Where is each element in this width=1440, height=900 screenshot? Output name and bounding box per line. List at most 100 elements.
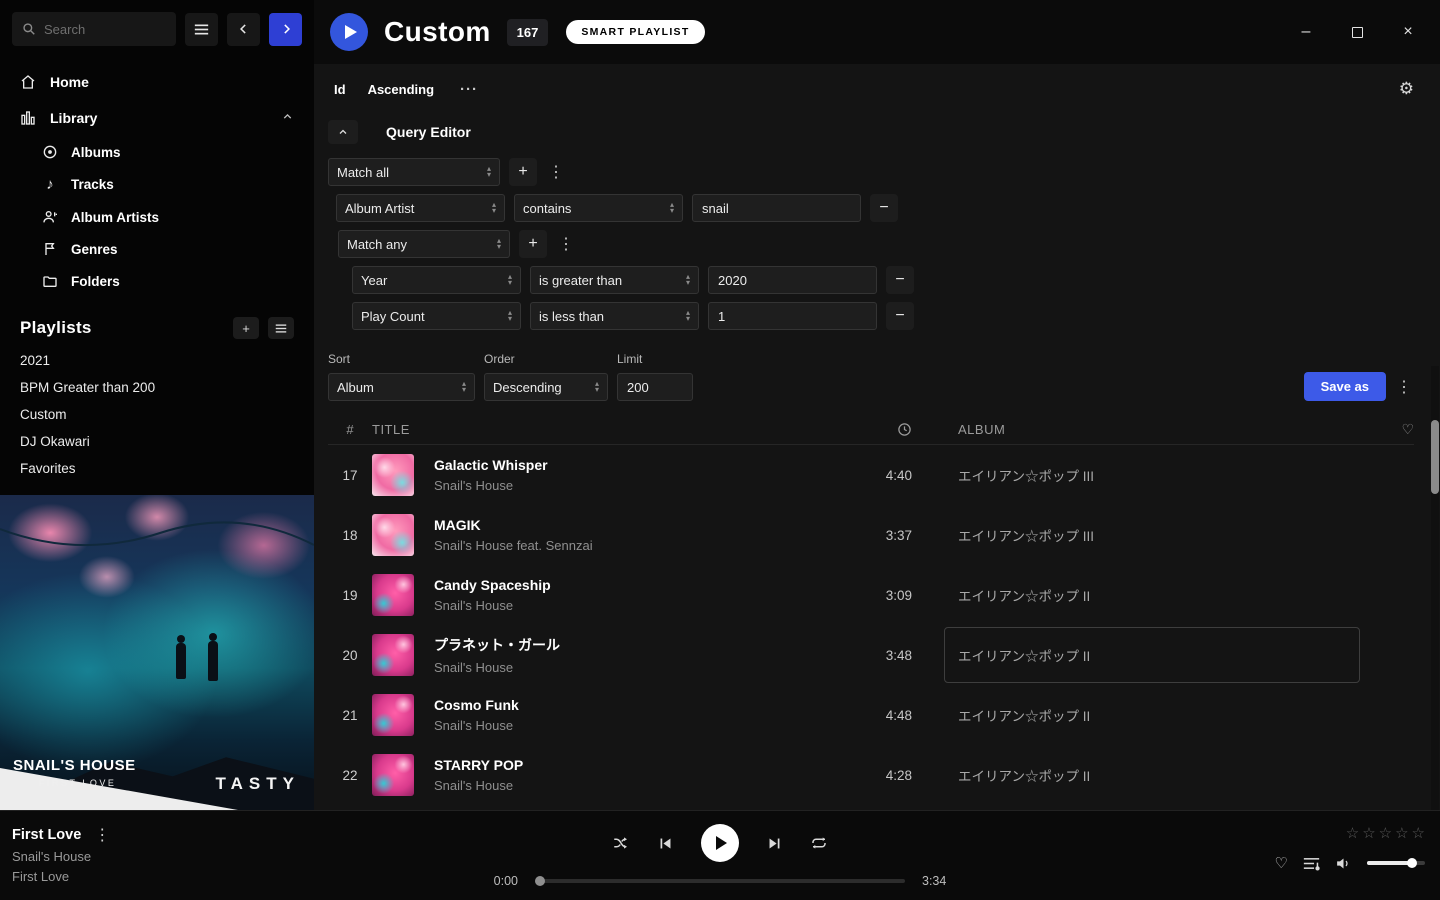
sidebar-item-home[interactable]: Home bbox=[0, 64, 314, 100]
menu-button[interactable] bbox=[185, 13, 218, 46]
seek-slider[interactable] bbox=[535, 879, 905, 883]
queue-button[interactable] bbox=[1303, 856, 1320, 871]
title-column-header[interactable]: TITLE bbox=[372, 422, 842, 437]
remove-rule-button[interactable]: − bbox=[870, 194, 898, 222]
sort-field-toggle[interactable]: Id bbox=[334, 82, 346, 97]
playlist-item[interactable]: Favorites bbox=[0, 455, 314, 482]
minimize-button[interactable]: – bbox=[1296, 22, 1316, 42]
back-button[interactable] bbox=[227, 13, 260, 46]
star-icon[interactable]: ☆ bbox=[1379, 824, 1392, 842]
previous-track-button[interactable] bbox=[657, 835, 674, 852]
repeat-button[interactable] bbox=[810, 834, 828, 852]
rule-field-select[interactable]: Play Count bbox=[352, 302, 521, 330]
shuffle-button[interactable] bbox=[612, 834, 630, 852]
gear-icon[interactable]: ⚙ bbox=[1399, 79, 1414, 99]
favorite-button[interactable]: ♡ bbox=[1275, 854, 1288, 872]
table-row[interactable]: 17 Galactic Whisper Snail's House 4:40 エ… bbox=[328, 445, 1414, 505]
select-value: is greater than bbox=[539, 273, 622, 288]
more-options-icon[interactable]: ··· bbox=[460, 81, 478, 98]
volume-handle[interactable] bbox=[1407, 858, 1417, 868]
folder-icon bbox=[42, 273, 58, 289]
remove-rule-button[interactable]: − bbox=[886, 302, 914, 330]
match-mode-select[interactable]: Match any bbox=[338, 230, 510, 258]
star-icon[interactable]: ☆ bbox=[1362, 824, 1375, 842]
collapse-query-editor-button[interactable] bbox=[328, 120, 358, 144]
sidebar-item-library[interactable]: Library bbox=[0, 100, 314, 136]
track-artist: Snail's House bbox=[434, 598, 842, 613]
rule-operator-select[interactable]: is greater than bbox=[530, 266, 699, 294]
sidebar-item-genres[interactable]: Genres bbox=[0, 233, 314, 265]
plus-icon: + bbox=[242, 321, 250, 336]
rule-value-input[interactable] bbox=[692, 194, 861, 222]
table-row[interactable]: 20 プラネット・ガール Snail's House 3:48 エイリアン☆ポッ… bbox=[328, 625, 1414, 685]
query-group-2: Match any + ⋮ bbox=[338, 230, 1414, 258]
rule-field-select[interactable]: Album Artist bbox=[336, 194, 505, 222]
play-playlist-button[interactable] bbox=[330, 13, 368, 51]
maximize-button[interactable] bbox=[1347, 22, 1367, 42]
play-pause-button[interactable] bbox=[701, 824, 739, 862]
star-icon[interactable]: ☆ bbox=[1395, 824, 1408, 842]
library-icon bbox=[20, 110, 36, 126]
sort-direction-toggle[interactable]: Ascending bbox=[368, 82, 434, 97]
track-title: Galactic Whisper bbox=[434, 457, 842, 473]
album-column-header[interactable]: ALBUM bbox=[948, 422, 1378, 437]
sort-select[interactable]: Album bbox=[328, 373, 475, 401]
add-rule-button[interactable]: + bbox=[519, 230, 547, 258]
remove-rule-button[interactable]: − bbox=[886, 266, 914, 294]
order-select[interactable]: Descending bbox=[484, 373, 608, 401]
album-art-thumbnail bbox=[372, 514, 414, 556]
sidebar-item-tracks[interactable]: ♪ Tracks bbox=[0, 168, 314, 201]
track-album: エイリアン☆ポップ II bbox=[958, 765, 1378, 785]
playlist-item[interactable]: 2021 bbox=[0, 347, 314, 374]
index-column-header[interactable]: # bbox=[328, 422, 372, 437]
group-menu-button[interactable]: ⋮ bbox=[556, 230, 576, 258]
repeat-icon bbox=[810, 834, 828, 852]
search-input[interactable] bbox=[44, 22, 166, 37]
track-artist: Snail's House bbox=[434, 718, 842, 733]
kebab-icon: ⋮ bbox=[1396, 377, 1412, 397]
playlist-list-button[interactable] bbox=[268, 317, 294, 339]
track-duration: 3:09 bbox=[842, 588, 912, 603]
rule-value-input[interactable] bbox=[708, 266, 877, 294]
next-track-button[interactable] bbox=[766, 835, 783, 852]
duration-column-header[interactable] bbox=[897, 422, 912, 437]
track-album: エイリアン☆ポップ II bbox=[958, 585, 1378, 605]
scrollbar-thumb[interactable] bbox=[1431, 420, 1439, 494]
playlist-item[interactable]: Custom bbox=[0, 401, 314, 428]
sidebar-item-folders[interactable]: Folders bbox=[0, 265, 314, 297]
table-row[interactable]: 18 MAGIK Snail's House feat. Sennzai 3:3… bbox=[328, 505, 1414, 565]
track-menu-button[interactable]: ⋮ bbox=[92, 826, 112, 844]
star-icon[interactable]: ☆ bbox=[1346, 824, 1359, 842]
table-row[interactable]: 19 Candy Spaceship Snail's House 3:09 エイ… bbox=[328, 565, 1414, 625]
volume-slider[interactable] bbox=[1367, 861, 1425, 865]
lantern-string bbox=[0, 495, 314, 615]
seek-handle[interactable] bbox=[535, 876, 545, 886]
rule-operator-select[interactable]: contains bbox=[514, 194, 683, 222]
table-row[interactable]: 21 Cosmo Funk Snail's House 4:48 エイリアン☆ポ… bbox=[328, 685, 1414, 745]
sidebar-item-albums[interactable]: Albums bbox=[0, 136, 314, 168]
table-header: # TITLE ALBUM ♡ bbox=[328, 415, 1414, 445]
group-menu-button[interactable]: ⋮ bbox=[546, 158, 566, 186]
rule-value-input[interactable] bbox=[708, 302, 877, 330]
chevron-up-icon[interactable] bbox=[281, 110, 294, 126]
save-menu-button[interactable]: ⋮ bbox=[1394, 373, 1414, 401]
forward-button[interactable] bbox=[269, 13, 302, 46]
volume-button[interactable] bbox=[1335, 855, 1352, 872]
total-time: 3:34 bbox=[922, 874, 958, 888]
limit-input[interactable] bbox=[617, 373, 693, 401]
add-playlist-button[interactable]: + bbox=[233, 317, 259, 339]
table-row[interactable]: 22 STARRY POP Snail's House 4:28 エイリアン☆ポ… bbox=[328, 745, 1414, 805]
chevron-left-icon bbox=[237, 22, 251, 36]
playlist-item[interactable]: DJ Okawari bbox=[0, 428, 314, 455]
add-rule-button[interactable]: + bbox=[509, 158, 537, 186]
match-mode-select[interactable]: Match all bbox=[328, 158, 500, 186]
rule-field-select[interactable]: Year bbox=[352, 266, 521, 294]
rule-operator-select[interactable]: is less than bbox=[530, 302, 699, 330]
star-icon[interactable]: ☆ bbox=[1412, 824, 1425, 842]
close-button[interactable]: × bbox=[1398, 22, 1418, 42]
favorite-column-header[interactable]: ♡ bbox=[1401, 421, 1414, 438]
playlist-item[interactable]: BPM Greater than 200 bbox=[0, 374, 314, 401]
sidebar-item-album-artists[interactable]: Album Artists bbox=[0, 201, 314, 233]
search-box[interactable] bbox=[12, 12, 176, 46]
save-as-button[interactable]: Save as bbox=[1304, 372, 1386, 401]
